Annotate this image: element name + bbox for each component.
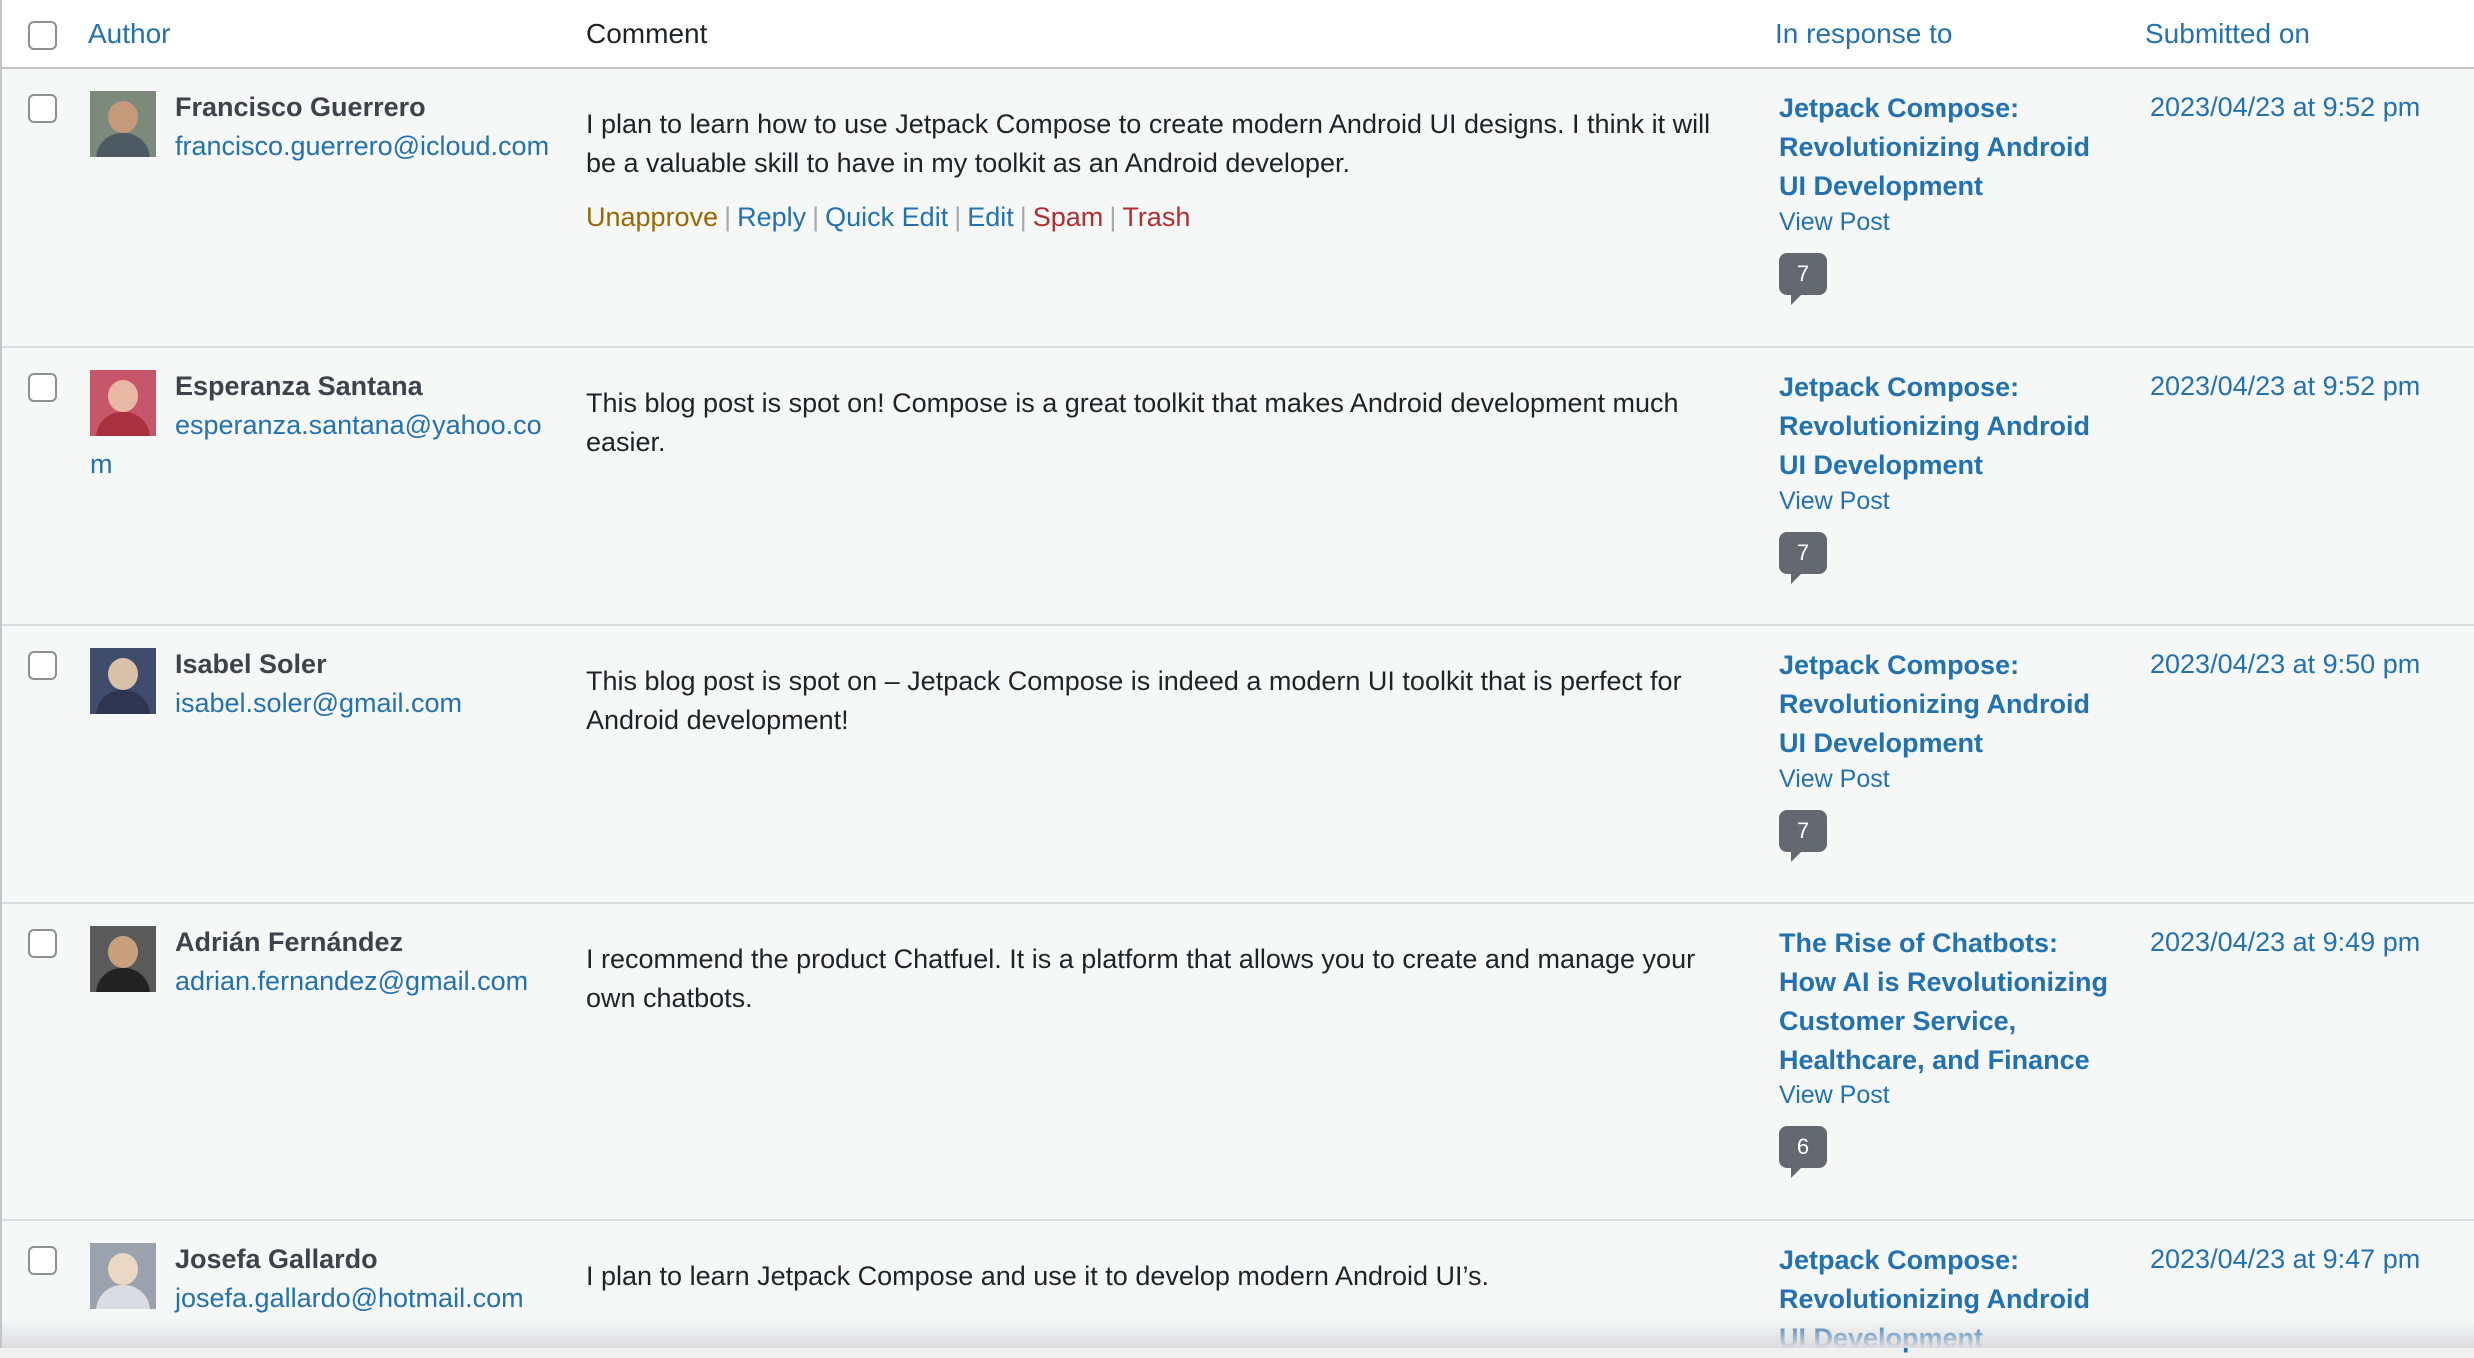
table-row: Francisco Guerrero francisco.guerrero@ic… [2, 69, 2474, 348]
spam-link[interactable]: Spam [1033, 202, 1104, 232]
separator: | [1109, 202, 1117, 232]
author-name: Esperanza Santana [175, 371, 423, 401]
submitted-date-link[interactable]: 2023/04/23 at 9:49 pm [2150, 924, 2420, 960]
comment-count-bubble[interactable]: 6 [1779, 1126, 1827, 1178]
comment-count-bubble[interactable]: 7 [1779, 532, 1827, 584]
comment-text: This blog post is spot on! Compose is a … [586, 388, 1679, 457]
table-row: Isabel Soler isabel.soler@gmail.com This… [2, 626, 2474, 904]
post-title-link[interactable]: Jetpack Compose: Revolutionizing Android… [1779, 368, 2119, 485]
submitted-date-link[interactable]: 2023/04/23 at 9:52 pm [2150, 89, 2420, 125]
comment-count-bubble[interactable]: 7 [1779, 810, 1827, 862]
comment-count-bubble[interactable]: 7 [1779, 253, 1827, 305]
author-email-link[interactable]: francisco.guerrero@icloud.com [90, 127, 550, 166]
submitted-date-link[interactable]: 2023/04/23 at 9:47 pm [2150, 1241, 2420, 1277]
quick-edit-link[interactable]: Quick Edit [825, 202, 948, 232]
separator: | [724, 202, 732, 232]
comment-text: I recommend the product Chatfuel. It is … [586, 944, 1696, 1013]
view-post-link[interactable]: View Post [1779, 486, 1890, 516]
comments-table: Author Comment In response to Submitted … [0, 0, 2474, 1353]
edit-link[interactable]: Edit [967, 202, 1014, 232]
column-comment: Comment [586, 18, 708, 49]
separator: | [812, 202, 820, 232]
author-email-link[interactable]: adrian.fernandez@gmail.com [90, 962, 550, 1001]
author-email-link[interactable]: esperanza.santana@yahoo.com [90, 406, 550, 484]
row-checkbox[interactable] [28, 651, 57, 680]
author-name: Adrián Fernández [175, 927, 404, 957]
submitted-date-link[interactable]: 2023/04/23 at 9:50 pm [2150, 646, 2420, 682]
column-submitted-on-sort[interactable]: Submitted on [2145, 16, 2310, 52]
table-row: Adrián Fernández adrian.fernandez@gmail.… [2, 904, 2474, 1221]
table-header: Author Comment In response to Submitted … [2, 0, 2474, 69]
comment-text: I plan to learn how to use Jetpack Compo… [586, 109, 1711, 178]
post-title-link[interactable]: Jetpack Compose: Revolutionizing Android… [1779, 646, 2119, 763]
reply-link[interactable]: Reply [737, 202, 806, 232]
row-checkbox[interactable] [28, 1246, 57, 1275]
author-name: Francisco Guerrero [175, 92, 426, 122]
author-email-link[interactable]: josefa.gallardo@hotmail.com [90, 1279, 550, 1318]
view-post-link[interactable]: View Post [1779, 764, 1890, 794]
row-actions: Unapprove | Reply | Quick Edit | Edit | Spam | Tra… [586, 199, 1190, 235]
row-checkbox[interactable] [28, 929, 57, 958]
author-name: Josefa Gallardo [175, 1244, 378, 1274]
row-checkbox[interactable] [28, 94, 57, 123]
trash-link[interactable]: Trash [1122, 202, 1190, 232]
separator: | [954, 202, 962, 232]
post-title-link[interactable]: Jetpack Compose: Revolutionizing Android… [1779, 89, 2119, 206]
select-all-checkbox[interactable] [28, 21, 57, 50]
view-post-link[interactable]: View Post [1779, 207, 1890, 237]
comment-text: This blog post is spot on – Jetpack Comp… [586, 666, 1682, 735]
table-row: Esperanza Santana esperanza.santana@yaho… [2, 348, 2474, 626]
row-checkbox[interactable] [28, 373, 57, 402]
author-name: Isabel Soler [175, 649, 327, 679]
view-post-link[interactable]: View Post [1779, 1080, 1890, 1110]
separator: | [1019, 202, 1027, 232]
unapprove-link[interactable]: Unapprove [586, 202, 718, 232]
scroll-fade [2, 1318, 2474, 1348]
column-author-sort[interactable]: Author [88, 16, 171, 52]
author-email-link[interactable]: isabel.soler@gmail.com [90, 684, 550, 723]
comment-text: I plan to learn Jetpack Compose and use … [586, 1261, 1490, 1291]
post-title-link[interactable]: The Rise of Chatbots: How AI is Revoluti… [1779, 924, 2119, 1080]
column-in-response-to-sort[interactable]: In response to [1775, 16, 1952, 52]
submitted-date-link[interactable]: 2023/04/23 at 9:52 pm [2150, 368, 2420, 404]
